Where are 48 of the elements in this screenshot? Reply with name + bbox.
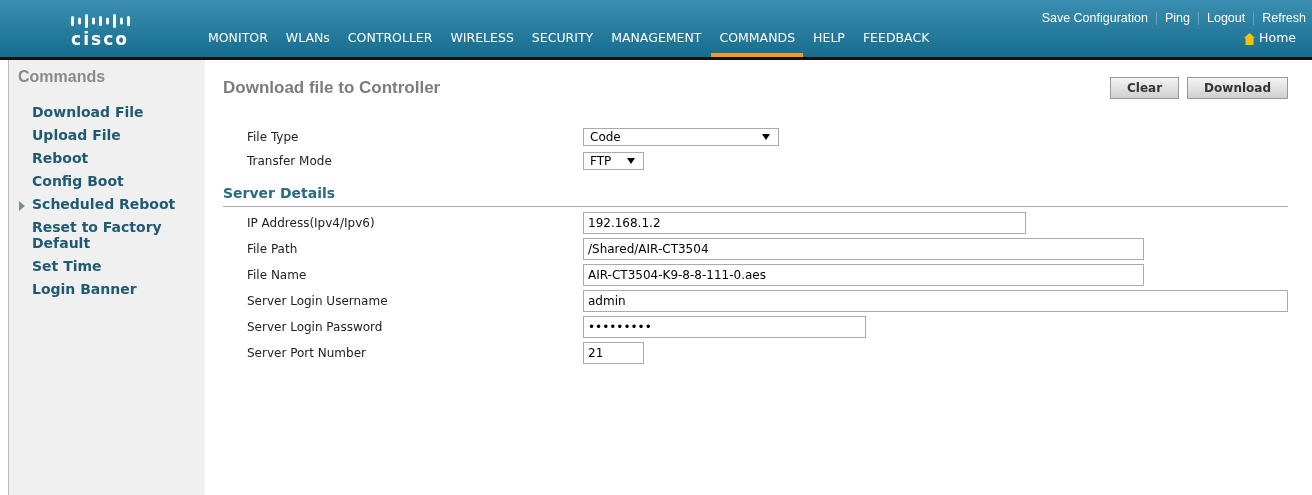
action-button[interactable]: Clear <box>1110 77 1180 99</box>
field-label: File Type <box>247 130 300 144</box>
dropdown[interactable]: FTP <box>583 152 644 170</box>
logo-text: cisco <box>71 30 129 48</box>
dropdown[interactable]: Code <box>583 128 779 146</box>
input-field[interactable]: admin <box>583 290 1288 312</box>
input-field[interactable]: ••••••••• <box>583 316 866 338</box>
nav-tab[interactable]: WLANs <box>277 30 338 57</box>
field-label: IP Address(Ipv4/Ipv6) <box>247 216 376 230</box>
nav-tab[interactable]: SECURITY <box>523 30 602 57</box>
dropdown-arrow-icon <box>627 158 635 164</box>
sidebar-item[interactable]: Reset to Factory Default <box>32 219 205 251</box>
input-field[interactable]: /Shared/AIR-CT3504 <box>583 238 1144 260</box>
field-label: File Name <box>247 268 308 282</box>
header-link[interactable]: Save Configuration <box>1041 11 1148 25</box>
field-label: Server Port Number <box>247 346 367 360</box>
sidebar-title: Commands <box>18 68 107 86</box>
field-label: Transfer Mode <box>247 154 333 168</box>
action-button[interactable]: Download <box>1187 77 1288 99</box>
input-field[interactable]: 192.168.1.2 <box>583 212 1026 234</box>
field-label: File Path <box>247 242 299 256</box>
header-link[interactable]: Logout <box>1207 11 1246 25</box>
sidebar-item[interactable]: Reboot <box>32 150 89 166</box>
nav-tab[interactable]: MONITOR <box>200 30 276 57</box>
nav-tab[interactable]: CONTROLLER <box>339 30 441 57</box>
section-heading: Server Details <box>223 185 337 201</box>
nav-tab[interactable]: WIRELESS <box>442 30 522 57</box>
field-label: Server Login Username <box>247 294 389 308</box>
home-icon <box>1244 33 1256 45</box>
sidebar-item[interactable]: Download File <box>32 104 144 120</box>
dropdown-arrow-icon <box>762 134 770 140</box>
home-link[interactable]: Home <box>1255 30 1304 57</box>
logo-bars-icon <box>70 14 130 28</box>
nav-tab[interactable]: FEEDBACK <box>854 30 938 57</box>
nav-tab[interactable]: MANAGEMENT <box>603 30 710 57</box>
page-title: Download file to Controller <box>223 77 441 98</box>
sidebar-item[interactable]: Scheduled Reboot <box>32 196 176 212</box>
sidebar-item[interactable]: Upload File <box>32 127 121 143</box>
sidebar-item[interactable]: Login Banner <box>32 281 137 297</box>
input-field[interactable]: 21 <box>583 342 644 364</box>
field-label: Server Login Password <box>247 320 384 334</box>
sidebar-item[interactable]: Set Time <box>32 258 102 274</box>
nav-tab[interactable]: COMMANDS <box>711 30 804 57</box>
sidebar-item[interactable]: Config Boot <box>32 173 124 189</box>
nav-tab[interactable]: HELP <box>805 30 853 57</box>
input-field[interactable]: AIR-CT3504-K9-8-8-111-0.aes <box>583 264 1144 286</box>
header-link[interactable]: Refresh <box>1262 11 1306 25</box>
header-link[interactable]: Ping <box>1164 11 1190 25</box>
